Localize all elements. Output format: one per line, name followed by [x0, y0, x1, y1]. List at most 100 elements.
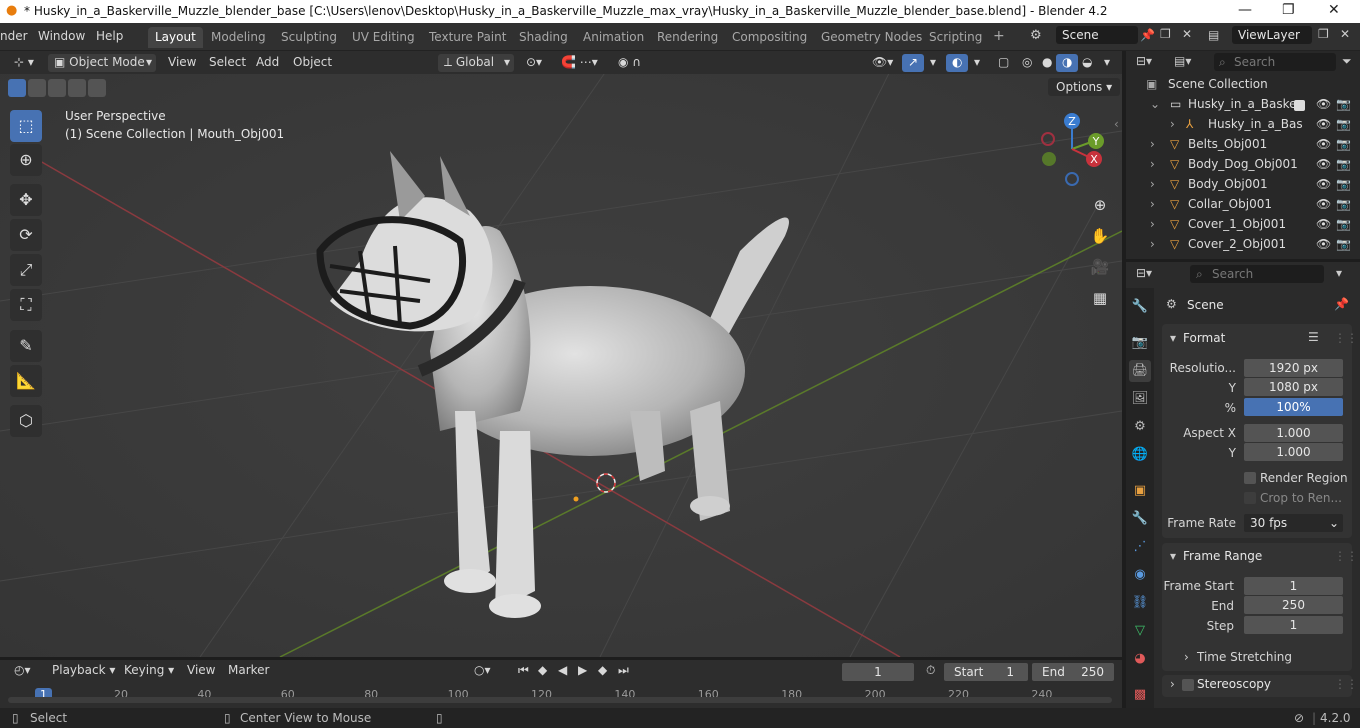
timeline-editor-icon[interactable]: ◴▾: [8, 662, 37, 680]
frame-end-field[interactable]: 250: [1244, 596, 1343, 614]
physics-tab-icon[interactable]: ◉: [1129, 564, 1151, 586]
stereoscopy-checkbox[interactable]: [1182, 679, 1194, 691]
eye-icon[interactable]: 👁: [1316, 157, 1331, 171]
texture-tab-icon[interactable]: ▩: [1129, 684, 1151, 706]
eye-icon[interactable]: 👁: [1316, 177, 1331, 191]
eye-icon[interactable]: 👁: [1316, 117, 1331, 131]
menu-view[interactable]: View: [162, 54, 202, 72]
drag-handle-icon[interactable]: ⋮⋮: [1334, 549, 1358, 563]
frame-start-field[interactable]: 1: [1244, 577, 1343, 595]
resolution-pct-field[interactable]: 100%: [1244, 398, 1343, 416]
jump-end-icon[interactable]: ⏭: [612, 662, 635, 680]
prev-keyframe-icon[interactable]: ◆: [532, 662, 553, 680]
camera-render-icon[interactable]: 📷: [1336, 237, 1351, 251]
timeline-end-field[interactable]: End 250: [1032, 663, 1114, 681]
menu-object[interactable]: Object: [287, 54, 338, 72]
chevron-right-icon[interactable]: ›: [1150, 217, 1155, 231]
rotate-tool[interactable]: ⟳: [10, 219, 42, 251]
properties-search-input[interactable]: ⌕ Search: [1190, 265, 1324, 283]
chevron-down-icon[interactable]: ▾: [1098, 54, 1116, 72]
properties-editor-icon[interactable]: ⊟▾: [1136, 266, 1152, 280]
frame-range-header[interactable]: Frame Range: [1183, 549, 1262, 563]
time-stretching-header[interactable]: Time Stretching: [1197, 650, 1292, 664]
menu-playback[interactable]: Playback ▾: [46, 662, 121, 680]
pin-icon[interactable]: 📌: [1140, 28, 1155, 42]
tab-layout[interactable]: Layout: [148, 27, 203, 48]
scene-selector[interactable]: Scene: [1056, 26, 1138, 44]
measure-tool[interactable]: 📐: [10, 365, 42, 397]
mode-selector[interactable]: ▣ Object Mode ▾: [48, 54, 156, 72]
select-extend-icon[interactable]: [28, 79, 46, 97]
constraints-tab-icon[interactable]: ⛓: [1129, 592, 1151, 614]
navigation-gizmo[interactable]: Z Y X: [1034, 111, 1110, 191]
menu-help[interactable]: Help: [96, 29, 123, 43]
select-new-icon[interactable]: [8, 79, 26, 97]
tab-animation[interactable]: Animation: [576, 27, 651, 48]
outliner-row[interactable]: › ▽ Collar_Obj001 👁 📷: [1126, 197, 1360, 217]
display-mode-icon[interactable]: ▤▾: [1174, 54, 1191, 68]
camera-render-icon[interactable]: 📷: [1336, 117, 1351, 131]
aspect-y-field[interactable]: 1.000: [1244, 443, 1343, 461]
close-button[interactable]: ✕: [1328, 2, 1340, 18]
annotate-tool[interactable]: ✎: [10, 330, 42, 362]
eye-icon[interactable]: 👁: [1316, 97, 1331, 111]
chevron-down-icon[interactable]: ▾: [1170, 331, 1176, 345]
chevron-right-icon[interactable]: ›: [1150, 137, 1155, 151]
eye-icon[interactable]: 👁: [1316, 137, 1331, 151]
outliner-editor-icon[interactable]: ⊟▾: [1136, 54, 1152, 68]
minimize-button[interactable]: —: [1238, 2, 1252, 18]
camera-render-icon[interactable]: 📷: [1336, 177, 1351, 191]
exclude-checkbox[interactable]: [1294, 100, 1305, 111]
options-dropdown[interactable]: Options ▾: [1048, 78, 1121, 96]
pin-icon[interactable]: 📌: [1334, 297, 1349, 311]
tab-shading[interactable]: Shading: [512, 27, 575, 48]
outliner-row[interactable]: › ▽ Cover_1_Obj001 👁 📷: [1126, 217, 1360, 237]
maximize-button[interactable]: ❐: [1282, 2, 1295, 18]
outliner-row[interactable]: › ⅄ Husky_in_a_Bas 👁 📷: [1126, 117, 1360, 137]
current-frame-field[interactable]: 1: [842, 663, 914, 681]
tab-sculpting[interactable]: Sculpting: [274, 27, 344, 48]
scene-tab-icon[interactable]: ⚙: [1129, 416, 1151, 438]
chevron-right-icon[interactable]: ›: [1170, 677, 1175, 691]
play-icon[interactable]: ▶: [572, 662, 593, 680]
sidebar-toggle-icon[interactable]: ‹: [1114, 117, 1119, 131]
chevron-down-icon[interactable]: ▾: [1336, 266, 1342, 280]
modifier-tab-icon[interactable]: 🔧: [1129, 508, 1151, 530]
overlay-icon[interactable]: ◐: [946, 54, 969, 72]
chevron-right-icon[interactable]: ›: [1150, 157, 1155, 171]
camera-render-icon[interactable]: 📷: [1336, 157, 1351, 171]
frame-step-field[interactable]: 1: [1244, 616, 1343, 634]
timeline-start-field[interactable]: Start 1: [944, 663, 1028, 681]
menu-select[interactable]: Select: [203, 54, 252, 72]
data-tab-icon[interactable]: ▽: [1129, 620, 1151, 642]
zoom-icon[interactable]: ⊕: [1086, 191, 1114, 219]
chevron-right-icon[interactable]: ›: [1170, 117, 1175, 131]
ortho-grid-icon[interactable]: ▦: [1086, 284, 1114, 312]
object-tab-icon[interactable]: ▣: [1129, 480, 1151, 502]
tab-texture-paint[interactable]: Texture Paint: [422, 27, 513, 48]
chevron-down-icon[interactable]: ▾: [1170, 549, 1176, 563]
eye-icon[interactable]: 👁: [1316, 197, 1331, 211]
outliner-row[interactable]: › ▽ Body_Obj001 👁 📷: [1126, 177, 1360, 197]
material-tab-icon[interactable]: ◕: [1129, 648, 1151, 670]
proportional-edit-icon[interactable]: ◉ ∩: [612, 54, 647, 72]
viewlayer-selector[interactable]: ViewLayer: [1232, 26, 1312, 44]
menu-view-timeline[interactable]: View: [181, 662, 221, 680]
tab-uv-editing[interactable]: UV Editing: [345, 27, 422, 48]
delete-scene-icon[interactable]: ✕: [1182, 27, 1192, 41]
tab-compositing[interactable]: Compositing: [725, 27, 814, 48]
xray-icon[interactable]: ▢: [992, 54, 1015, 72]
next-keyframe-icon[interactable]: ◆: [592, 662, 613, 680]
aspect-x-field[interactable]: 1.000: [1244, 424, 1343, 442]
outliner-row[interactable]: › ▽ Body_Dog_Obj001 👁 📷: [1126, 157, 1360, 177]
new-viewlayer-icon[interactable]: ❐: [1318, 27, 1329, 41]
outliner-row[interactable]: › ▽ Belts_Obj001 👁 📷: [1126, 137, 1360, 157]
tool-tab-icon[interactable]: 🔧: [1129, 296, 1151, 318]
particles-tab-icon[interactable]: ⋰: [1129, 536, 1151, 558]
camera-render-icon[interactable]: 📷: [1336, 197, 1351, 211]
chevron-down-icon[interactable]: ▾: [968, 54, 986, 72]
scale-tool[interactable]: ⤢: [10, 254, 42, 286]
outliner-search-input[interactable]: ⌕ Search: [1214, 53, 1336, 71]
frame-rate-dropdown[interactable]: 30 fps ⌄: [1244, 514, 1343, 532]
outliner-row[interactable]: › ▽ Cover_2_Obj001 👁 📷: [1126, 237, 1360, 257]
